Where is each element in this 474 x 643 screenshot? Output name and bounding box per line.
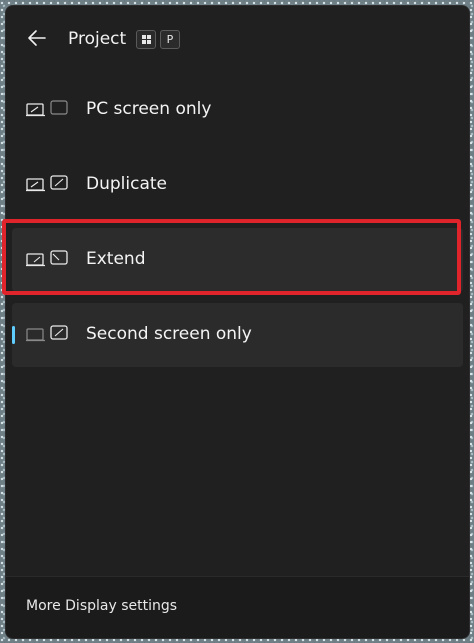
option-label: PC screen only bbox=[86, 99, 212, 119]
option-label: Second screen only bbox=[86, 324, 252, 344]
flyout-header: Project P bbox=[6, 6, 469, 72]
option-label: Extend bbox=[86, 249, 146, 269]
windows-key-icon bbox=[136, 30, 156, 49]
selected-indicator bbox=[12, 326, 15, 344]
option-extend[interactable]: Extend bbox=[12, 228, 463, 292]
flyout-footer: More Display settings bbox=[6, 576, 469, 638]
second-screen-only-icon bbox=[26, 325, 68, 342]
option-second-screen-only[interactable]: Second screen only bbox=[12, 303, 463, 367]
page-title: Project bbox=[68, 29, 127, 49]
duplicate-icon bbox=[26, 175, 68, 192]
option-duplicate[interactable]: Duplicate bbox=[12, 153, 463, 217]
option-pc-screen-only[interactable]: PC screen only bbox=[12, 78, 463, 142]
pc-screen-only-icon bbox=[26, 100, 68, 117]
shortcut-key-p: P bbox=[160, 30, 180, 49]
more-display-settings-link[interactable]: More Display settings bbox=[26, 597, 177, 615]
option-label: Duplicate bbox=[86, 174, 167, 194]
back-arrow-icon[interactable] bbox=[26, 28, 48, 48]
extend-icon bbox=[26, 250, 68, 267]
project-flyout: Project P PC screen only Duplicate Exten… bbox=[6, 6, 469, 638]
